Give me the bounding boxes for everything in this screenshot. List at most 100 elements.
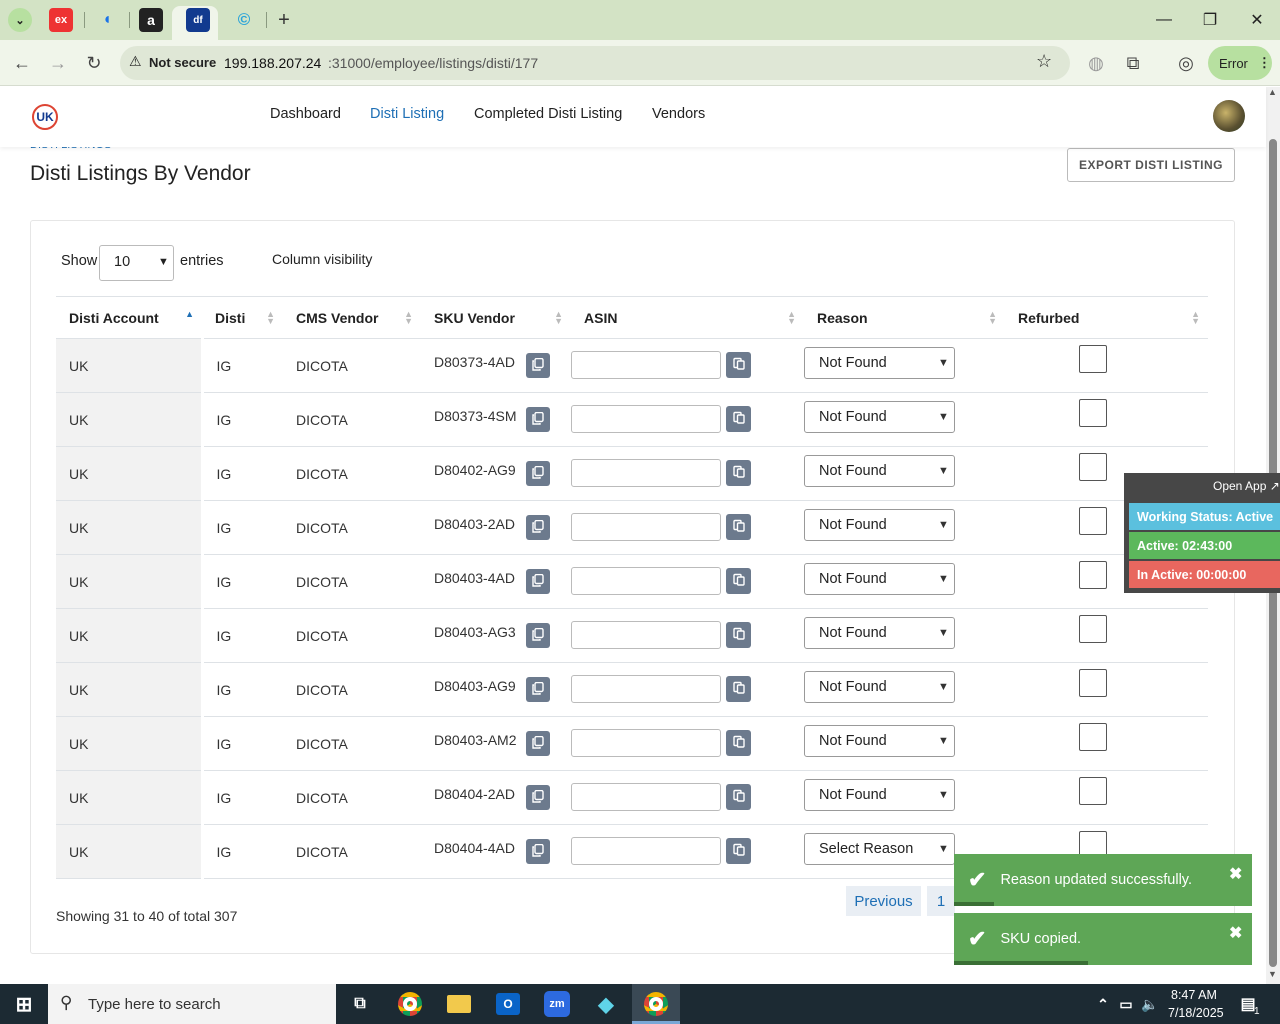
task-view-icon[interactable]: ⧉ — [344, 988, 376, 1020]
paste-asin-button[interactable] — [726, 568, 751, 594]
copy-sku-button[interactable] — [526, 353, 550, 378]
nav-vendors[interactable]: Vendors — [652, 106, 705, 122]
copy-sku-button[interactable] — [526, 569, 550, 594]
col-refurbed[interactable]: Refurbed ▲ ▼ — [1005, 296, 1208, 339]
scroll-down-icon[interactable]: ▼ — [1268, 969, 1277, 979]
restore-icon[interactable]: ❐ — [1198, 8, 1222, 32]
address-bar[interactable]: ⚠ Not secure 199.188.207.24 :31000/emplo… — [120, 46, 1070, 80]
reason-select[interactable]: Not Found — [804, 509, 955, 541]
pagination-page-1[interactable]: 1 — [927, 886, 955, 916]
reason-select[interactable]: Not Found — [804, 347, 955, 379]
reason-select[interactable]: Not Found — [804, 455, 955, 487]
scroll-up-icon[interactable]: ▲ — [1268, 87, 1277, 97]
nav-dashboard[interactable]: Dashboard — [270, 106, 341, 122]
reason-select[interactable]: Not Found — [804, 725, 955, 757]
paste-asin-button[interactable] — [726, 406, 751, 432]
copy-sku-button[interactable] — [526, 731, 550, 756]
toast-close-icon[interactable]: ✖ — [1229, 923, 1242, 943]
paste-asin-button[interactable] — [726, 838, 751, 864]
copy-sku-button[interactable] — [526, 515, 550, 540]
refurbed-checkbox[interactable] — [1079, 723, 1107, 751]
new-tab-icon[interactable]: + — [272, 8, 296, 32]
chrome-profile-icon[interactable] — [640, 988, 672, 1020]
asin-input[interactable] — [571, 729, 721, 757]
col-disti[interactable]: Disti ▲ ▼ — [202, 296, 283, 339]
asin-input[interactable] — [571, 351, 721, 379]
back-icon[interactable]: ← — [11, 52, 33, 74]
zoom-icon[interactable]: zm — [541, 988, 573, 1020]
refurbed-checkbox[interactable] — [1079, 453, 1107, 481]
windows-start-icon[interactable]: ⊞ — [8, 988, 40, 1020]
paste-asin-button[interactable] — [726, 514, 751, 540]
asin-input[interactable] — [571, 675, 721, 703]
copy-sku-button[interactable] — [526, 623, 550, 648]
export-button[interactable]: EXPORT DISTI LISTING — [1067, 148, 1235, 182]
col-disti-account[interactable]: Disti Account ▲ — [56, 296, 202, 339]
tab-df-icon[interactable]: df — [186, 8, 210, 32]
refurbed-checkbox[interactable] — [1079, 399, 1107, 427]
reason-select[interactable]: Select Reason — [804, 833, 955, 865]
asin-input[interactable] — [571, 405, 721, 433]
col-cms-vendor[interactable]: CMS Vendor ▲ ▼ — [283, 296, 421, 339]
app-diamond-icon[interactable]: ◆ — [590, 988, 622, 1020]
reason-select[interactable]: Not Found — [804, 563, 955, 595]
asin-input[interactable] — [571, 783, 721, 811]
toast-reason-updated[interactable]: ✔ Reason updated successfully. ✖ — [954, 854, 1252, 906]
copy-sku-button[interactable] — [526, 785, 550, 810]
refurbed-checkbox[interactable] — [1079, 615, 1107, 643]
logo[interactable]: UK — [32, 104, 58, 130]
entries-select[interactable]: 10 ▼ — [99, 245, 174, 281]
error-button[interactable]: Error ⋮ — [1208, 46, 1272, 80]
bookmark-star-icon[interactable]: ☆ — [1036, 51, 1052, 72]
tab-app-icon[interactable]: ◖ — [95, 8, 119, 32]
reason-select[interactable]: Not Found — [804, 401, 955, 433]
toast-sku-copied[interactable]: ✔ SKU copied. ✖ — [954, 913, 1252, 965]
minimize-icon[interactable]: — — [1152, 8, 1176, 32]
asin-input[interactable] — [571, 621, 721, 649]
tab-ex-icon[interactable]: ex — [49, 8, 73, 32]
volume-icon[interactable]: 🔈 — [1134, 988, 1166, 1020]
translate-icon[interactable]: ◍ — [1085, 52, 1107, 74]
open-app-link[interactable]: Open App ↗ — [1213, 479, 1280, 493]
paste-asin-button[interactable] — [726, 784, 751, 810]
col-sku-vendor[interactable]: SKU Vendor ▲ ▼ — [421, 296, 571, 339]
toast-close-icon[interactable]: ✖ — [1229, 864, 1242, 884]
clock-time[interactable]: 8:47 AM — [1171, 988, 1217, 1002]
menu-dots-icon[interactable]: ⋮ — [1258, 55, 1271, 71]
refurbed-checkbox[interactable] — [1079, 507, 1107, 535]
paste-asin-button[interactable] — [726, 460, 751, 486]
clock-date[interactable]: 7/18/2025 — [1168, 1006, 1224, 1020]
paste-asin-button[interactable] — [726, 352, 751, 378]
tab-search-dropdown-icon[interactable]: ⌄ — [8, 8, 32, 32]
reason-select[interactable]: Not Found — [804, 671, 955, 703]
reason-select[interactable]: Not Found — [804, 779, 955, 811]
paste-asin-button[interactable] — [726, 622, 751, 648]
close-window-icon[interactable]: ✕ — [1245, 8, 1269, 32]
reason-select[interactable]: Not Found — [804, 617, 955, 649]
chrome-icon[interactable] — [394, 988, 426, 1020]
paste-asin-button[interactable] — [726, 730, 751, 756]
refurbed-checkbox[interactable] — [1079, 345, 1107, 373]
extensions-icon[interactable]: ⧉ — [1122, 52, 1144, 74]
forward-icon[interactable]: → — [47, 52, 69, 74]
copy-sku-button[interactable] — [526, 677, 550, 702]
asin-input[interactable] — [571, 513, 721, 541]
pagination-previous[interactable]: Previous — [846, 886, 921, 916]
file-explorer-icon[interactable] — [443, 988, 475, 1020]
col-asin[interactable]: ASIN ▲ ▼ — [571, 296, 804, 339]
column-visibility-button[interactable]: Column visibility — [272, 251, 372, 267]
refurbed-checkbox[interactable] — [1079, 669, 1107, 697]
outlook-icon[interactable]: O — [492, 988, 524, 1020]
taskbar-search-box[interactable]: ⚲ Type here to search — [48, 984, 336, 1024]
copy-sku-button[interactable] — [526, 839, 550, 864]
reload-icon[interactable]: ↻ — [83, 52, 105, 74]
tab-c-icon[interactable]: © — [232, 8, 256, 32]
asin-input[interactable] — [571, 567, 721, 595]
col-reason[interactable]: Reason ▲ ▼ — [804, 296, 1005, 339]
refurbed-checkbox[interactable] — [1079, 561, 1107, 589]
paste-asin-button[interactable] — [726, 676, 751, 702]
nav-completed-disti-listing[interactable]: Completed Disti Listing — [474, 106, 622, 122]
copy-sku-button[interactable] — [526, 407, 550, 432]
avatar[interactable] — [1213, 100, 1245, 132]
profile-icon[interactable]: ◎ — [1175, 52, 1197, 74]
